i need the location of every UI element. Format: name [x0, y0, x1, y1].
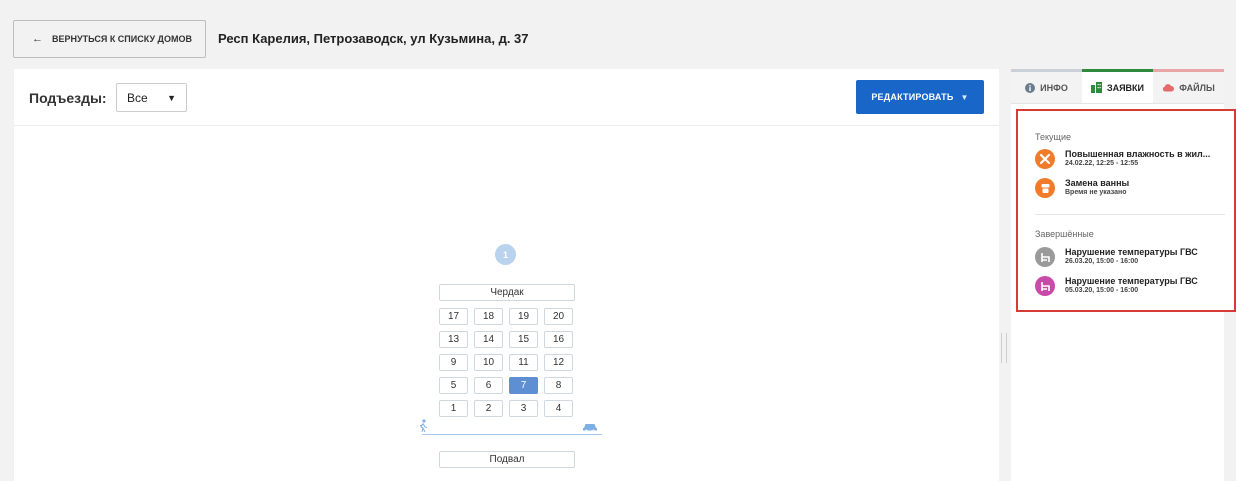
entrance-number-badge[interactable]: 1 [495, 244, 516, 265]
flat-cell[interactable]: 3 [509, 400, 538, 417]
flat-cell[interactable]: 20 [544, 308, 573, 325]
requests-panel: Текущие Повышенная влажность в жил... 24… [1016, 109, 1236, 312]
tools-icon [1035, 149, 1055, 169]
flat-cell[interactable]: 11 [509, 354, 538, 371]
edit-button[interactable]: РЕДАКТИРОВАТЬ ▼ [856, 80, 984, 114]
flat-cell[interactable]: 10 [474, 354, 503, 371]
caret-down-icon: ▼ [960, 92, 969, 102]
tab-files[interactable]: ФАЙЛЫ [1153, 69, 1224, 103]
flat-cell[interactable]: 5 [439, 377, 468, 394]
section-divider [1035, 214, 1225, 215]
basement-cell[interactable]: Подвал [439, 451, 575, 468]
tab-requests-label: ЗАЯВКИ [1106, 82, 1145, 93]
entrances-label: Подъезды: [29, 90, 107, 106]
request-item[interactable]: Замена ванны Время не указано [1035, 178, 1230, 204]
entrance-select[interactable]: Все ▼ [116, 83, 187, 112]
flat-cell[interactable]: 19 [509, 308, 538, 325]
attic-cell[interactable]: Чердак [439, 284, 575, 301]
top-bar: ← ВЕРНУТЬСЯ К СПИСКУ ДОМОВ Респ Карелия,… [0, 0, 1236, 62]
building-panel: Подъезды: Все ▼ РЕДАКТИРОВАТЬ ▼ 1 Чердак… [14, 69, 999, 481]
current-requests-heading: Текущие [1035, 132, 1071, 142]
building-icon [1090, 82, 1102, 93]
tab-requests[interactable]: ЗАЯВКИ [1082, 69, 1153, 103]
tab-files-label: ФАЙЛЫ [1179, 82, 1215, 93]
flat-cell[interactable]: 17 [439, 308, 468, 325]
request-title: Замена ванны [1065, 178, 1130, 188]
back-button-label: ВЕРНУТЬСЯ К СПИСКУ ДОМОВ [52, 34, 192, 44]
request-title: Нарушение температуры ГВС [1065, 247, 1198, 257]
flats-grid: 17 18 19 20 13 14 15 16 9 10 11 12 5 6 7… [439, 308, 575, 417]
flat-cell[interactable]: 4 [544, 400, 573, 417]
flat-cell[interactable]: 15 [509, 331, 538, 348]
hot-water-icon [1035, 247, 1055, 267]
flat-cell[interactable]: 9 [439, 354, 468, 371]
edit-button-label: РЕДАКТИРОВАТЬ [871, 92, 954, 102]
flat-cell[interactable]: 6 [474, 377, 503, 394]
request-item[interactable]: Нарушение температуры ГВС 05.03.20, 15:0… [1035, 276, 1230, 302]
flat-cell[interactable]: 12 [544, 354, 573, 371]
flat-cell[interactable]: 13 [439, 331, 468, 348]
request-title: Нарушение температуры ГВС [1065, 276, 1198, 286]
pedestrian-icon [419, 419, 428, 433]
flat-cell[interactable]: 14 [474, 331, 503, 348]
entrance-select-value: Все [127, 90, 148, 105]
panel-resize-handle[interactable] [1001, 333, 1007, 363]
request-item[interactable]: Повышенная влажность в жил... 24.02.22, … [1035, 149, 1230, 175]
tab-info[interactable]: ИНФО [1011, 69, 1082, 103]
request-title: Повышенная влажность в жил... [1065, 149, 1211, 159]
flat-cell[interactable]: 8 [544, 377, 573, 394]
info-icon [1025, 82, 1036, 93]
hot-water-icon [1035, 276, 1055, 296]
bath-icon [1035, 178, 1055, 198]
request-time: Время не указано [1065, 189, 1127, 196]
flat-cell[interactable]: 2 [474, 400, 503, 417]
ground-line [422, 434, 602, 435]
flat-cell[interactable]: 1 [439, 400, 468, 417]
caret-down-icon: ▼ [167, 93, 176, 103]
request-time: 05.03.20, 15:00 - 16:00 [1065, 287, 1139, 294]
cloud-icon [1162, 83, 1175, 92]
page-title: Респ Карелия, Петрозаводск, ул Кузьмина,… [218, 31, 529, 46]
back-to-houses-button[interactable]: ← ВЕРНУТЬСЯ К СПИСКУ ДОМОВ [13, 20, 206, 58]
flat-cell-selected[interactable]: 7 [509, 377, 538, 394]
flat-cell[interactable]: 18 [474, 308, 503, 325]
tab-info-label: ИНФО [1040, 82, 1068, 93]
request-time: 24.02.22, 12:25 - 12:55 [1065, 160, 1139, 167]
request-item[interactable]: Нарушение температуры ГВС 26.03.20, 15:0… [1035, 247, 1230, 273]
completed-requests-heading: Завершённые [1035, 229, 1094, 239]
request-time: 26.03.20, 15:00 - 16:00 [1065, 258, 1139, 265]
side-tabs: ИНФО ЗАЯВКИ ФАЙЛЫ [1011, 69, 1224, 104]
arrow-left-icon: ← [32, 33, 43, 45]
flat-cell[interactable]: 16 [544, 331, 573, 348]
car-icon [583, 424, 597, 432]
building-toolbar: Подъезды: Все ▼ РЕДАКТИРОВАТЬ ▼ [14, 69, 999, 126]
